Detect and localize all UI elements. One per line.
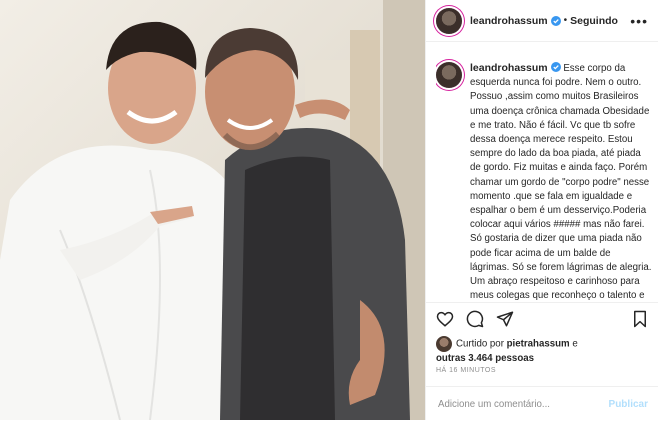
author-avatar[interactable] bbox=[436, 7, 462, 34]
comment-icon[interactable] bbox=[466, 310, 484, 328]
post-header: leandrohassum • Seguindo ••• bbox=[426, 0, 658, 42]
caption-text: Esse corpo da esquerda nunca foi podre. … bbox=[470, 63, 652, 302]
caption-username[interactable]: leandrohassum bbox=[470, 62, 548, 74]
action-bar bbox=[426, 302, 658, 335]
liker-avatar[interactable] bbox=[436, 336, 452, 352]
more-options-icon[interactable]: ••• bbox=[630, 13, 648, 29]
likes-others-count[interactable]: outras 3.464 pessoas bbox=[436, 353, 534, 364]
caption: leandrohassum Esse corpo da esquerda nun… bbox=[470, 56, 652, 302]
author-username[interactable]: leandrohassum bbox=[470, 15, 548, 27]
heart-icon[interactable] bbox=[436, 310, 454, 328]
follow-status-button[interactable]: Seguindo bbox=[570, 15, 618, 27]
comment-input[interactable] bbox=[436, 397, 609, 411]
likes-summary: Curtido por pietrahassum e outras 3.464 … bbox=[436, 336, 650, 365]
share-icon[interactable] bbox=[496, 310, 514, 328]
post-photo-illustration bbox=[0, 0, 425, 420]
likes-prefix: Curtido por bbox=[456, 338, 504, 350]
publish-button[interactable]: Publicar bbox=[609, 399, 648, 410]
comment-box: Publicar bbox=[426, 386, 658, 421]
post-timestamp[interactable]: HÁ 16 MINUTOS bbox=[436, 367, 496, 374]
post-photo[interactable] bbox=[0, 0, 425, 420]
verified-badge-icon bbox=[550, 62, 561, 72]
likes-conjunction: e bbox=[572, 338, 578, 350]
separator-dot: • bbox=[563, 15, 568, 26]
liker-username[interactable]: pietrahassum bbox=[507, 339, 570, 350]
caption-area: leandrohassum Esse corpo da esquerda nun… bbox=[436, 56, 652, 302]
post-side-panel: leandrohassum • Seguindo ••• leandrohass… bbox=[425, 0, 658, 420]
verified-badge-icon bbox=[550, 15, 561, 26]
caption-avatar[interactable] bbox=[436, 62, 462, 88]
save-icon[interactable] bbox=[632, 310, 648, 328]
